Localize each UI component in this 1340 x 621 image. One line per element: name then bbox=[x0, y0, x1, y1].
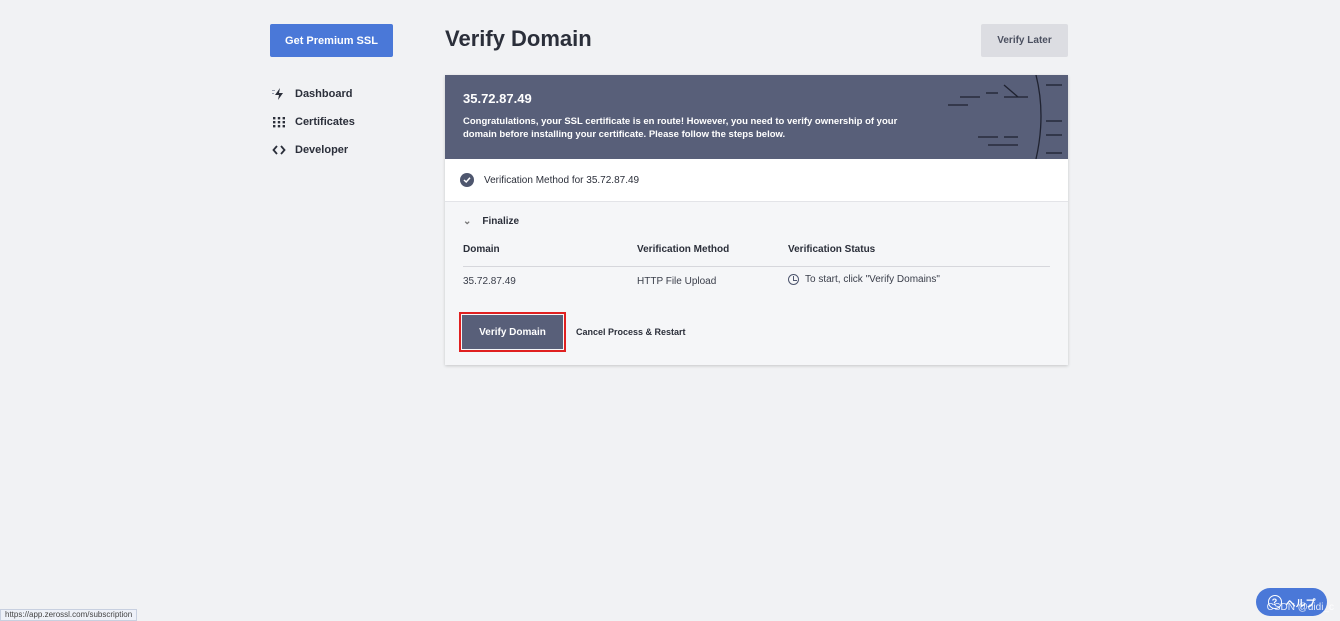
status-cell: To start, click "Verify Domains" bbox=[788, 266, 1050, 296]
sidebar-nav: Dashboard Certificates Developer bbox=[272, 80, 355, 164]
sidebar-item-developer[interactable]: Developer bbox=[272, 136, 355, 164]
sidebar-item-label: Dashboard bbox=[295, 88, 353, 100]
finalize-section: ⌄ Finalize Domain Verification Method Ve… bbox=[445, 202, 1068, 352]
banner-message: Congratulations, your SSL certificate is… bbox=[463, 116, 898, 140]
domains-table: Domain Verification Method Verification … bbox=[463, 244, 1050, 296]
sidebar-item-dashboard[interactable]: Dashboard bbox=[272, 80, 355, 108]
finalize-label: Finalize bbox=[482, 215, 520, 227]
page-title: Verify Domain bbox=[445, 26, 592, 51]
domain-cell: 35.72.87.49 bbox=[463, 275, 516, 287]
chevron-down-icon: ⌄ bbox=[463, 215, 472, 227]
sidebar-item-label: Certificates bbox=[295, 116, 355, 128]
column-header-domain: Domain bbox=[463, 244, 637, 267]
decorative-lines-icon bbox=[948, 75, 1062, 159]
column-header-status: Verification Status bbox=[788, 244, 1050, 267]
sidebar-item-label: Developer bbox=[295, 144, 349, 156]
bolt-icon bbox=[272, 87, 286, 101]
grid-dots-icon bbox=[272, 115, 286, 129]
status-text: To start, click "Verify Domains" bbox=[805, 274, 940, 286]
cancel-restart-link[interactable]: Cancel Process & Restart bbox=[576, 327, 686, 337]
verify-domain-button[interactable]: Verify Domain bbox=[462, 315, 563, 349]
method-cell: HTTP File Upload bbox=[637, 275, 717, 287]
status-bar-url: https://app.zerossl.com/subscription bbox=[0, 609, 138, 621]
column-header-method: Verification Method bbox=[637, 244, 788, 267]
verification-method-label: Verification Method for 35.72.87.49 bbox=[484, 174, 640, 186]
sidebar-item-certificates[interactable]: Certificates bbox=[272, 108, 355, 136]
check-circle-icon bbox=[460, 173, 474, 187]
table-row: 35.72.87.49 HTTP File Upload To start, c… bbox=[463, 266, 1050, 296]
verify-later-button[interactable]: Verify Later bbox=[981, 24, 1068, 57]
info-banner: 35.72.87.49 Congratulations, your SSL ce… bbox=[445, 75, 1068, 159]
watermark: CSDN @didi_c bbox=[1266, 602, 1334, 613]
verification-method-row[interactable]: Verification Method for 35.72.87.49 bbox=[445, 159, 1068, 202]
finalize-toggle[interactable]: ⌄ Finalize bbox=[463, 215, 1050, 227]
code-brackets-icon bbox=[272, 143, 286, 157]
action-bar: Verify Domain Cancel Process & Restart bbox=[459, 312, 1050, 352]
get-premium-ssl-button[interactable]: Get Premium SSL bbox=[270, 24, 393, 57]
highlight-box: Verify Domain bbox=[459, 312, 566, 352]
verification-card: 35.72.87.49 Congratulations, your SSL ce… bbox=[445, 75, 1068, 365]
clock-icon bbox=[788, 274, 799, 286]
